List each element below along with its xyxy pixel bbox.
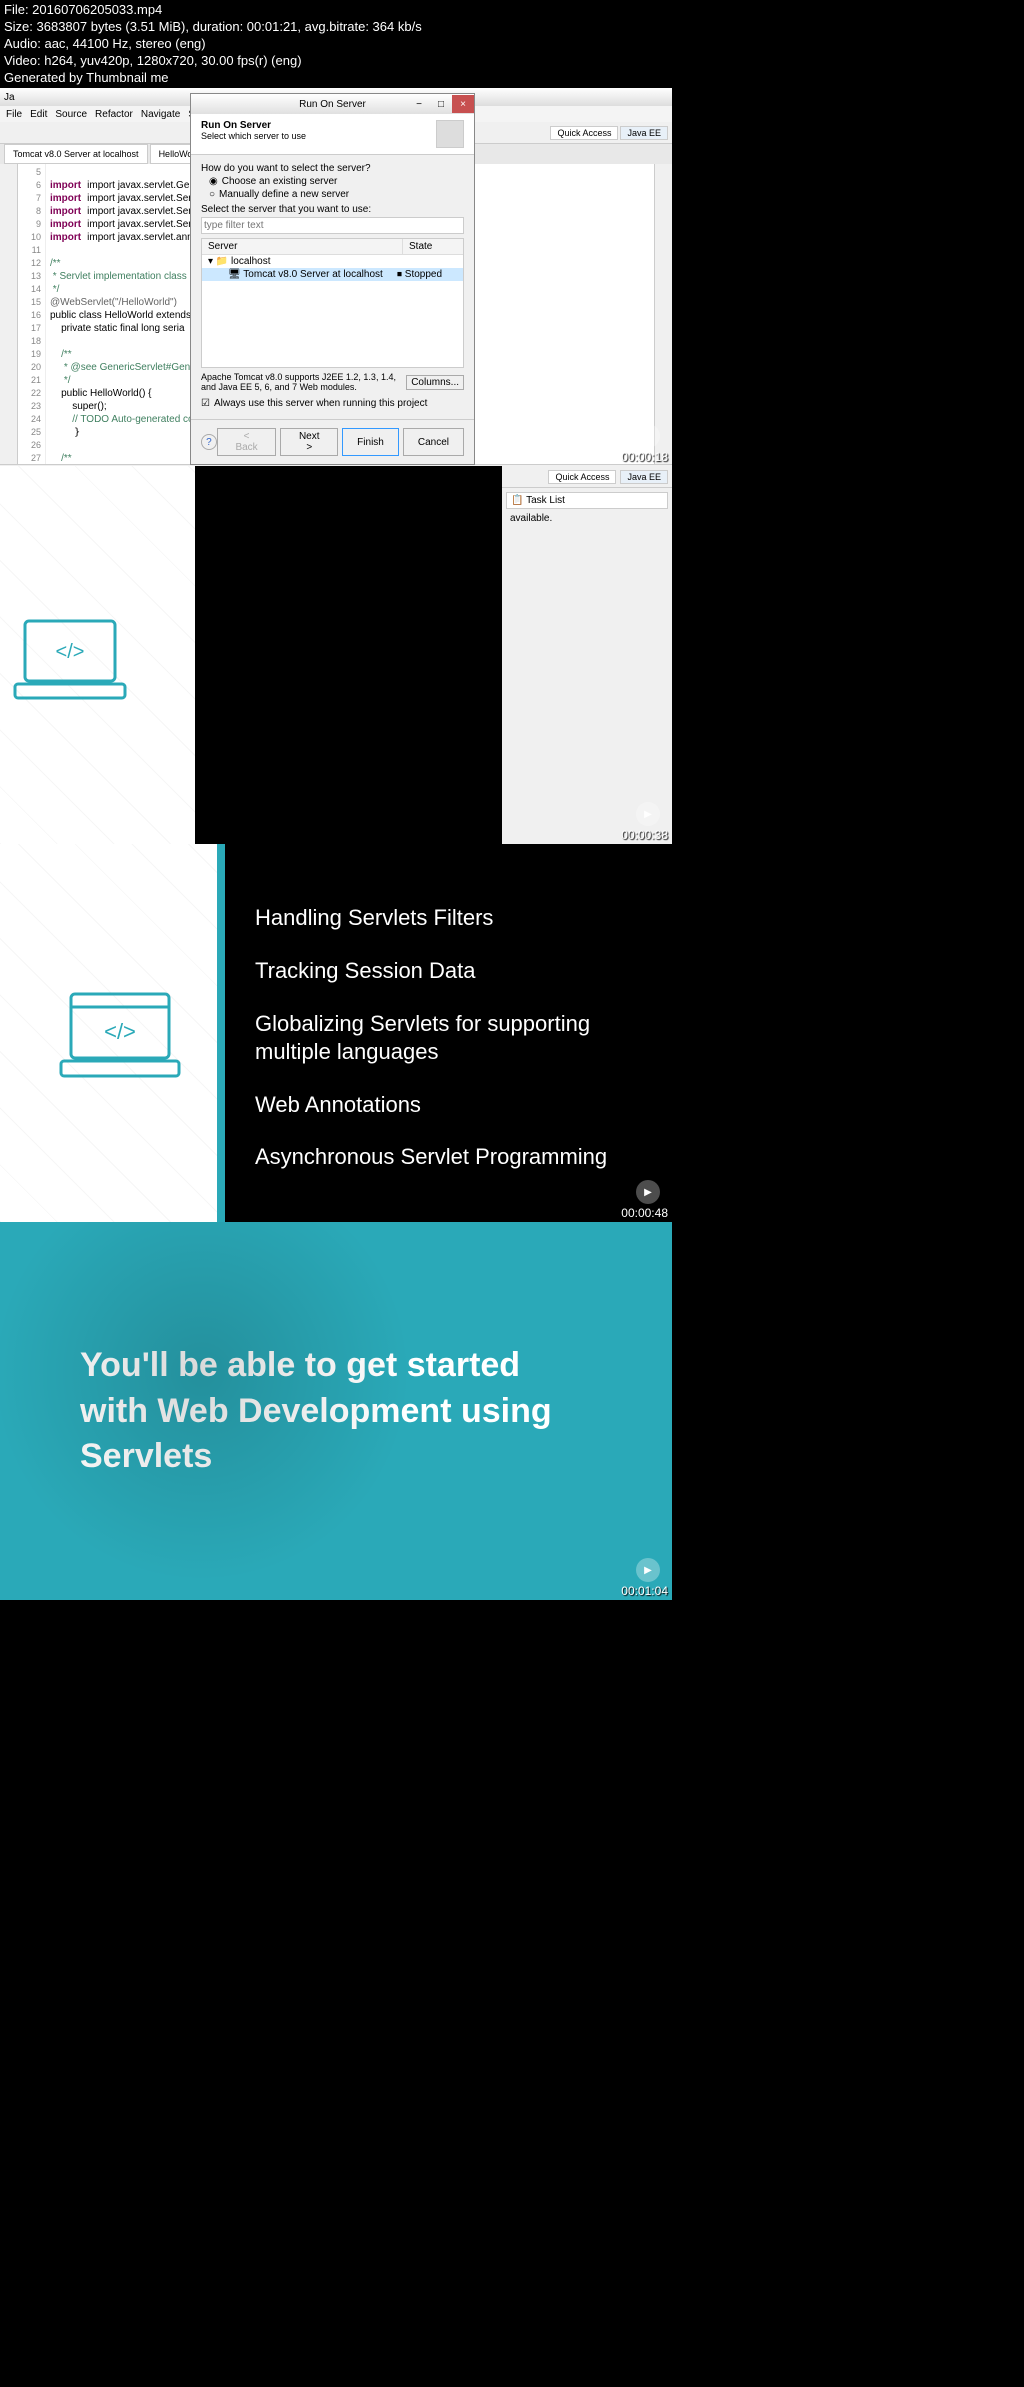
menu-file[interactable]: File xyxy=(6,109,22,120)
always-use-checkbox[interactable]: ☑Always use this server when running thi… xyxy=(201,396,464,411)
line-gutter: 5678910111213141516171819202122232425262… xyxy=(18,164,46,464)
radio-existing[interactable]: ◉Choose an existing server xyxy=(209,176,464,187)
svg-text:</>: </> xyxy=(104,1019,136,1044)
bullet-5: Asynchronous Servlet Programming xyxy=(255,1143,642,1172)
dialog-title: Run On Server xyxy=(299,99,366,110)
laptop-icon: </> xyxy=(10,616,130,706)
dialog-titlebar[interactable]: Run On Server − □ × xyxy=(191,94,474,114)
slide-left-panel: </> xyxy=(0,466,195,844)
perspective-2[interactable]: Java EE xyxy=(620,470,668,484)
timestamp: 00:00:48 xyxy=(621,1206,668,1220)
menu-source[interactable]: Source xyxy=(55,109,87,120)
laptop-icon: </> xyxy=(55,989,185,1084)
quick-access-2[interactable]: Quick Access xyxy=(548,470,616,484)
select-question: How do you want to select the server? xyxy=(201,163,464,174)
timestamp: 00:00:18 xyxy=(621,450,668,464)
menu-navigate[interactable]: Navigate xyxy=(141,109,180,120)
bullet-1: Handling Servlets Filters xyxy=(255,904,642,933)
size-line: Size: 3683807 bytes (3.51 MiB), duration… xyxy=(4,19,1020,36)
tree-node-localhost[interactable]: ▾ 📁 localhost xyxy=(202,255,463,268)
thumbnail-4: You'll be able to get started with Web D… xyxy=(0,1222,672,1600)
dialog-heading: Run On Server xyxy=(201,120,271,131)
select-server-label: Select the server that you want to use: xyxy=(201,204,464,215)
slide-left: </> xyxy=(0,844,225,1222)
finish-button[interactable]: Finish xyxy=(342,428,399,456)
minimize-button[interactable]: − xyxy=(408,95,430,113)
perspective-javaee[interactable]: Java EE xyxy=(620,126,668,140)
right-trim xyxy=(654,164,672,464)
radio-manual[interactable]: ○Manually define a new server xyxy=(209,189,464,200)
col-server[interactable]: Server xyxy=(202,239,403,254)
available-text: available. xyxy=(506,511,668,526)
bg-overlay xyxy=(0,1222,672,1600)
server-icon xyxy=(436,120,464,148)
next-button[interactable]: Next > xyxy=(280,428,338,456)
bullet-3: Globalizing Servlets for supporting mult… xyxy=(255,1010,642,1067)
run-on-server-dialog: Run On Server − □ × Run On Server Select… xyxy=(190,93,475,465)
dialog-sub: Select which server to use xyxy=(201,131,306,141)
back-button: < Back xyxy=(217,428,276,456)
video-line: Video: h264, yuv420p, 1280x720, 30.00 fp… xyxy=(4,53,1020,70)
task-list-view[interactable]: 📋 Task List xyxy=(506,492,668,509)
server-tree[interactable]: Server State ▾ 📁 localhost 🖥 Tomcat v8.0… xyxy=(201,238,464,368)
left-trim xyxy=(0,164,18,464)
audio-line: Audio: aac, 44100 Hz, stereo (eng) xyxy=(4,36,1020,53)
file-line: File: 20160706205033.mp4 xyxy=(4,2,1020,19)
slide-content: Handling Servlets Filters Tracking Sessi… xyxy=(225,844,672,1222)
filter-input[interactable] xyxy=(201,217,464,234)
thumbnail-3: </> Handling Servlets Filters Tracking S… xyxy=(0,844,672,1222)
dialog-header: Run On Server Select which server to use xyxy=(191,114,474,155)
thumbnail-1: Ja File Edit Source Refactor Navigate Se… xyxy=(0,88,672,466)
quick-access[interactable]: Quick Access xyxy=(550,126,618,140)
tab-server[interactable]: Tomcat v8.0 Server at localhost xyxy=(4,144,148,164)
bullet-4: Web Annotations xyxy=(255,1091,642,1120)
close-button[interactable]: × xyxy=(452,95,474,113)
columns-button[interactable]: Columns... xyxy=(406,375,464,390)
maximize-button[interactable]: □ xyxy=(430,95,452,113)
help-icon[interactable]: ? xyxy=(201,434,217,450)
tree-node-tomcat[interactable]: 🖥 Tomcat v8.0 Server at localhost ⏹ Stop… xyxy=(202,268,463,281)
col-state[interactable]: State xyxy=(403,239,463,254)
timestamp: 00:01:04 xyxy=(621,1584,668,1598)
eclipse-right-panel: Quick Access Java EE 📋 Task List availab… xyxy=(502,466,672,844)
tomcat-info: Apache Tomcat v8.0 supports J2EE 1.2, 1.… xyxy=(201,372,406,392)
video-metadata: File: 20160706205033.mp4 Size: 3683807 b… xyxy=(0,0,1024,88)
gen-line: Generated by Thumbnail me xyxy=(4,70,1020,87)
thumbnail-2: </> Quick Access Java EE 📋 Task List ava… xyxy=(0,466,672,844)
cancel-button[interactable]: Cancel xyxy=(403,428,464,456)
bullet-2: Tracking Session Data xyxy=(255,957,642,986)
timestamp: 00:00:38 xyxy=(621,828,668,842)
svg-text:</>: </> xyxy=(56,641,85,663)
menu-edit[interactable]: Edit xyxy=(30,109,47,120)
menu-refactor[interactable]: Refactor xyxy=(95,109,133,120)
